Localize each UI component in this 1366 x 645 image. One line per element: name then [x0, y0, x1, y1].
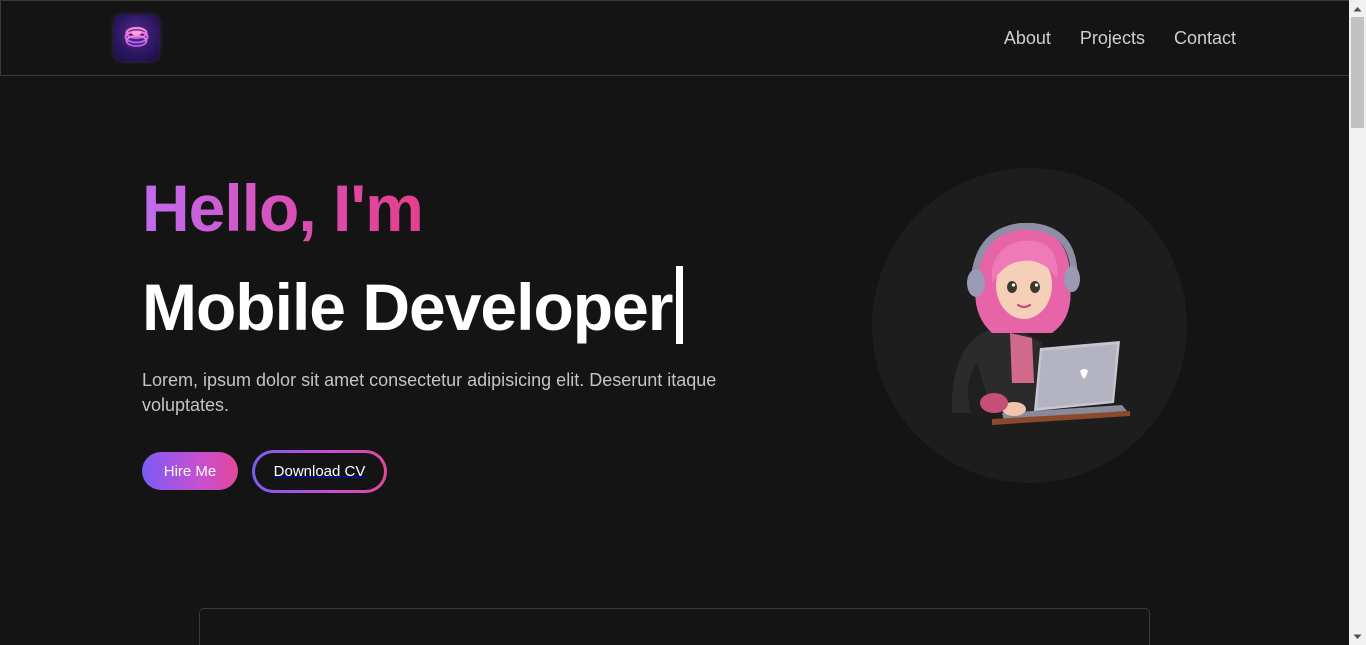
stats-card	[199, 608, 1150, 645]
main-nav: About Projects Contact	[1004, 27, 1236, 49]
vertical-scrollbar[interactable]	[1349, 0, 1366, 645]
avatar-illustration-icon	[951, 223, 1130, 425]
scroll-down-icon[interactable]	[1349, 628, 1366, 645]
hero-description: Lorem, ipsum dolor sit amet consectetur …	[142, 370, 717, 415]
hero-role: Mobile Developer	[142, 266, 684, 347]
hire-me-button[interactable]: Hire Me	[142, 452, 238, 490]
avatar-frame	[872, 168, 1187, 483]
scrollbar-thumb[interactable]	[1351, 17, 1364, 128]
logo-icon[interactable]	[114, 15, 159, 61]
nav-link-contact[interactable]: Contact	[1174, 27, 1236, 49]
hero-greeting: Hello, I'm	[142, 171, 424, 245]
hero-role-text: Mobile Developer	[142, 270, 673, 344]
download-cv-label: Download CV	[255, 453, 384, 490]
nav-link-projects[interactable]: Projects	[1080, 27, 1145, 49]
stack-logo-icon	[124, 26, 149, 47]
scroll-up-icon[interactable]	[1349, 0, 1366, 17]
site-header: About Projects Contact	[0, 0, 1349, 76]
page: About Projects Contact Hello, I'm Mobile…	[0, 0, 1349, 645]
download-cv-button[interactable]: Download CV	[252, 450, 387, 493]
typing-cursor	[676, 266, 684, 344]
nav-link-about[interactable]: About	[1004, 27, 1051, 49]
